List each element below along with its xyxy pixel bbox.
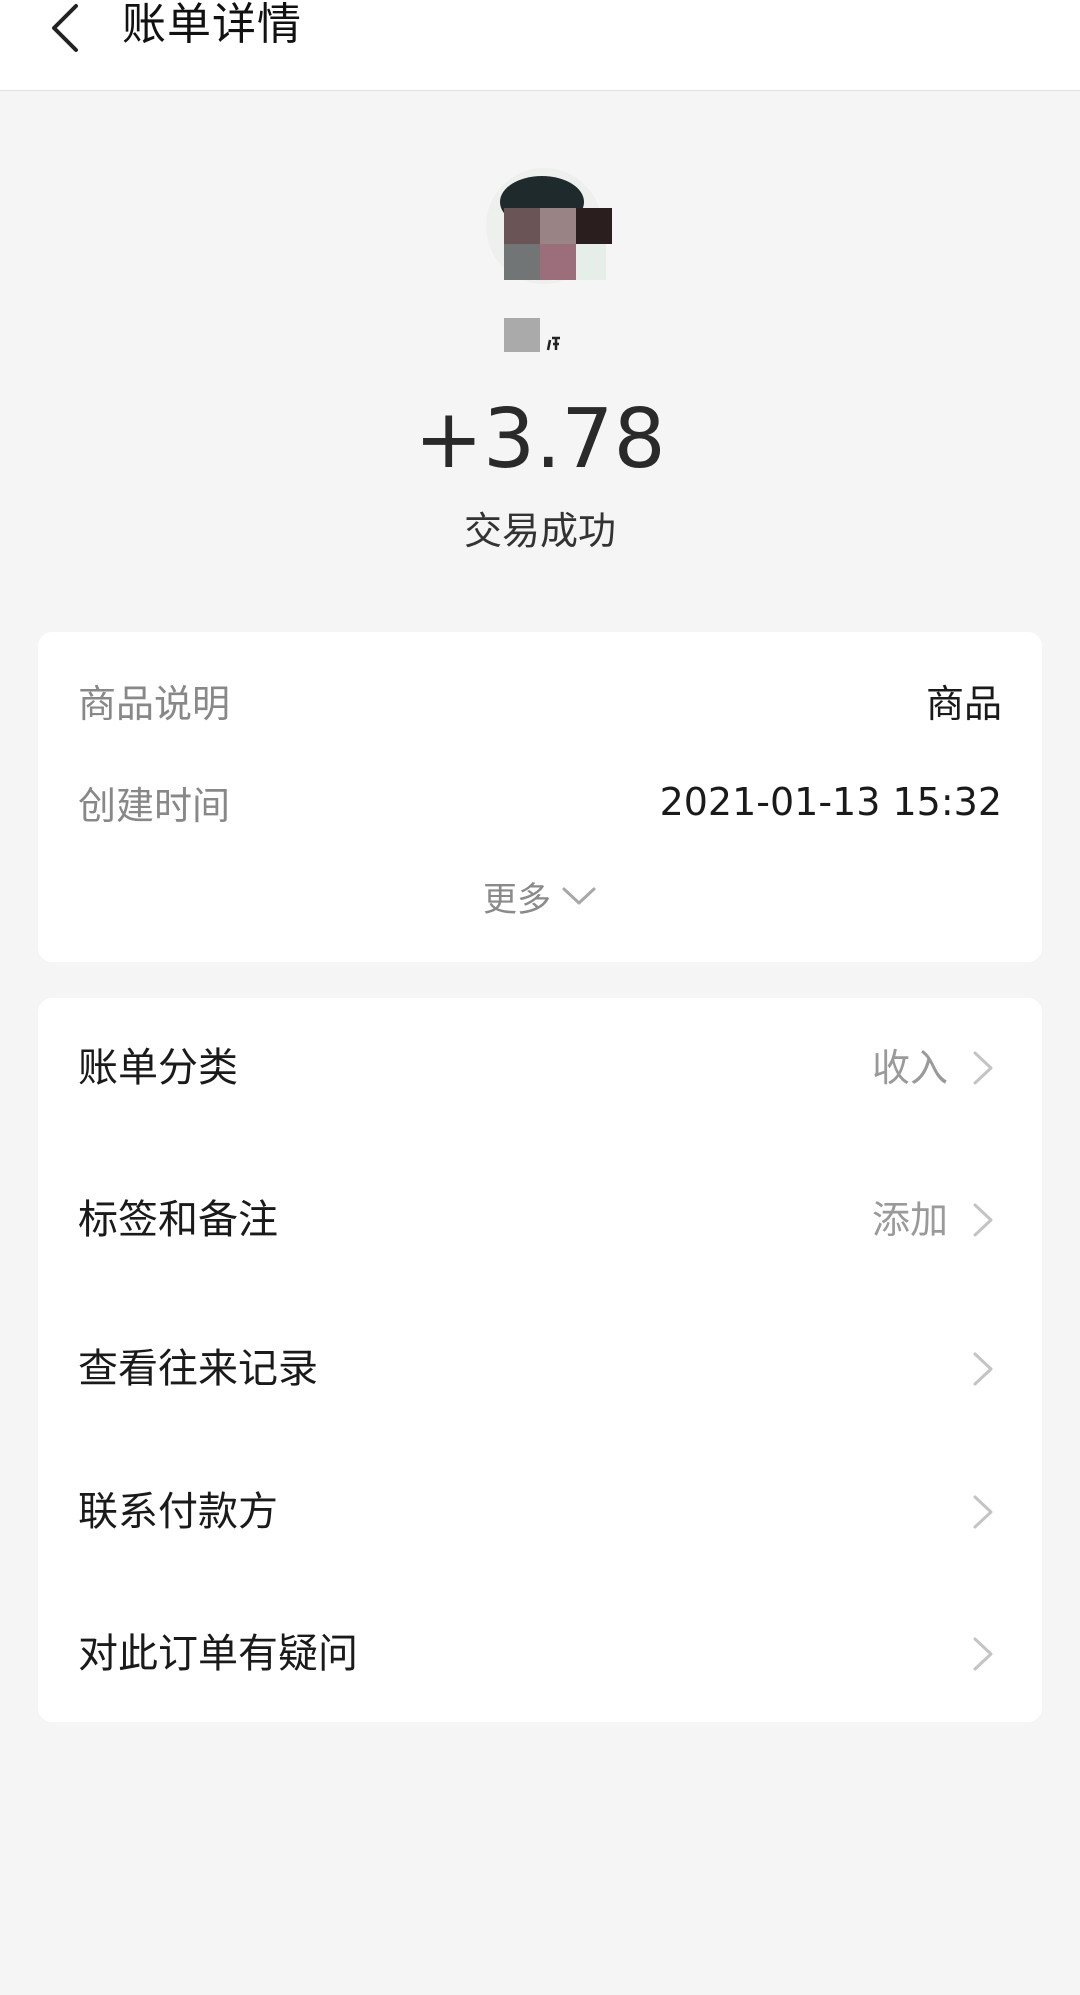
description-row: 商品说明 商品 (78, 670, 1002, 730)
order-question-label: 对此订单有疑问 (78, 1631, 358, 1677)
more-toggle[interactable]: 更多 (0, 866, 1080, 926)
description-value: 商品 (925, 681, 1002, 726)
transaction-amount: +3.78 (414, 392, 666, 487)
avatar[interactable] (478, 168, 614, 294)
created-time-label: 创建时间 (78, 783, 231, 828)
created-time-value: 2021-01-13 15:32 (659, 780, 1002, 824)
chevron-left-icon (52, 4, 78, 52)
order-question-row[interactable]: 对此订单有疑问 (38, 1599, 1042, 1709)
chevron-right-icon (973, 1352, 993, 1386)
tags-notes-value: 添加 (871, 1198, 948, 1242)
contact-payer-label: 联系付款方 (78, 1489, 278, 1535)
contact-payer-row[interactable]: 联系付款方 (38, 1457, 1042, 1567)
page-title: 账单详情 (122, 0, 302, 50)
more-label: 更多 (483, 879, 551, 920)
top-bar: 账单详情 (0, 0, 1080, 91)
chevron-right-icon (973, 1495, 993, 1529)
bill-category-value: 收入 (871, 1046, 948, 1090)
back-button[interactable] (40, 0, 90, 56)
chevron-right-icon (973, 1051, 993, 1085)
chevron-right-icon (973, 1203, 993, 1237)
view-history-row[interactable]: 查看往来记录 (38, 1314, 1042, 1424)
tags-notes-label: 标签和备注 (78, 1197, 278, 1243)
bill-category-label: 账单分类 (78, 1045, 238, 1091)
chevron-right-icon (973, 1637, 993, 1671)
created-time-row: 创建时间 2021-01-13 15:32 (78, 772, 1002, 832)
payer-name-obscured (504, 316, 584, 354)
bill-category-row[interactable]: 账单分类 收入 (38, 1013, 1042, 1123)
description-label: 商品说明 (78, 681, 231, 726)
avatar-image (486, 168, 612, 284)
payer-name-image (504, 318, 560, 352)
view-history-label: 查看往来记录 (78, 1346, 318, 1392)
tags-notes-row[interactable]: 标签和备注 添加 (38, 1165, 1042, 1275)
chevron-down-icon (562, 887, 596, 905)
transaction-status: 交易成功 (463, 509, 616, 553)
